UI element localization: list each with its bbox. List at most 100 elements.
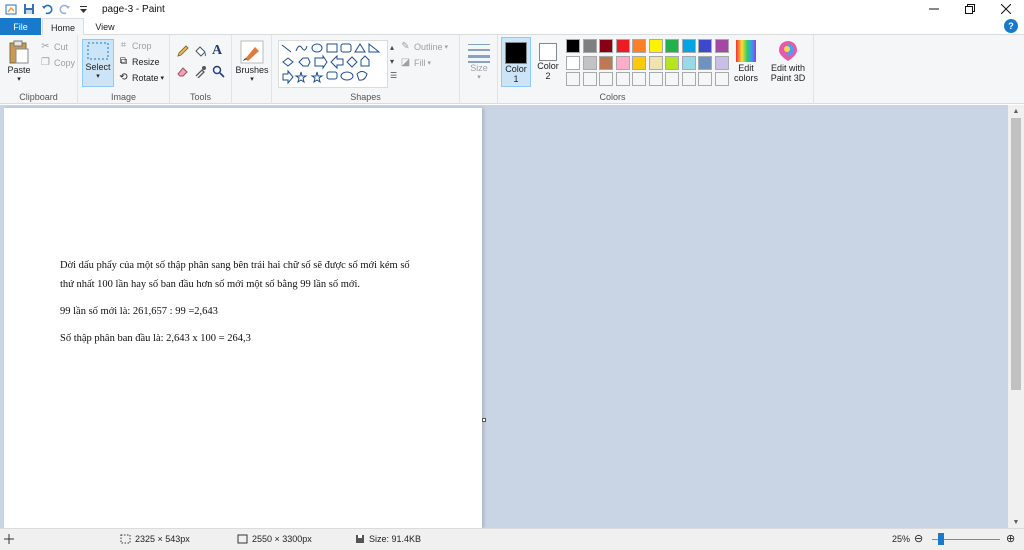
- copy-label: Copy: [54, 57, 76, 68]
- palette-swatch[interactable]: [582, 39, 597, 53]
- custom-color-slot[interactable]: [698, 72, 712, 86]
- select-label: Select: [85, 62, 111, 72]
- custom-color-slot[interactable]: [665, 72, 679, 86]
- palette-swatch[interactable]: [582, 55, 597, 70]
- palette-swatch[interactable]: [599, 55, 613, 70]
- rotate-button[interactable]: ⟲ Rotate ▾: [118, 72, 164, 83]
- pencil-tool[interactable]: [176, 45, 189, 58]
- minimize-button[interactable]: [916, 0, 952, 18]
- save-icon[interactable]: [22, 2, 36, 16]
- fill-tool[interactable]: [194, 45, 207, 58]
- palette-swatch[interactable]: [632, 39, 646, 53]
- cut-label: Cut: [54, 41, 69, 52]
- tab-file[interactable]: File: [0, 18, 41, 35]
- palette-swatch[interactable]: [648, 55, 663, 70]
- paragraph-3: Số thập phân ban đầu là: 2,643 x 100 = 2…: [60, 333, 251, 344]
- eraser-tool[interactable]: [176, 65, 189, 78]
- zoom-in-icon[interactable]: ⊕: [1006, 532, 1015, 545]
- size-button[interactable]: Size ▾: [464, 41, 494, 81]
- paste-icon: [9, 40, 29, 64]
- custom-color-slot[interactable]: [681, 72, 696, 86]
- vertical-scrollbar[interactable]: ▲ ▼: [1008, 105, 1024, 528]
- edit-paint3d-button[interactable]: Edit with Paint 3D: [768, 39, 808, 83]
- color2-label: Color: [537, 61, 559, 71]
- image-group-label: Image: [110, 92, 136, 102]
- text-tool[interactable]: A: [212, 43, 222, 59]
- custom-color-slot[interactable]: [566, 72, 580, 86]
- rotate-icon: ⟲: [119, 72, 128, 83]
- text-icon: A: [212, 43, 223, 58]
- palette-swatch[interactable]: [632, 55, 646, 70]
- resize-button[interactable]: ⧉ Resize: [118, 56, 160, 67]
- palette-swatch[interactable]: [615, 55, 630, 70]
- copy-button[interactable]: ❐ Copy: [40, 57, 75, 68]
- undo-icon[interactable]: [40, 2, 54, 16]
- shapes-scroll-down[interactable]: ▾: [390, 57, 394, 66]
- size-label: Size: [470, 63, 488, 73]
- color2-button[interactable]: Color 2: [534, 37, 562, 87]
- palette-swatch[interactable]: [681, 55, 696, 70]
- shapes-gallery[interactable]: [278, 40, 388, 88]
- redo-icon[interactable]: [58, 2, 72, 16]
- brushes-label: Brushes: [235, 65, 269, 75]
- palette-swatch[interactable]: [615, 39, 630, 53]
- magnifier-tool[interactable]: [212, 65, 225, 78]
- paint-app-icon: [4, 2, 18, 16]
- select-dropdown-icon[interactable]: ▾: [96, 72, 100, 80]
- image-size-text: 2550 × 3300px: [252, 534, 312, 544]
- color1-button[interactable]: Color 1: [501, 37, 531, 87]
- custom-color-slot[interactable]: [648, 72, 663, 86]
- palette-swatch[interactable]: [698, 55, 712, 70]
- palette-swatch[interactable]: [648, 39, 663, 53]
- zoom-slider-thumb[interactable]: [938, 533, 944, 545]
- color-picker-tool[interactable]: [194, 65, 207, 78]
- custom-color-slot[interactable]: [632, 72, 646, 86]
- scroll-up-arrow-icon[interactable]: ▲: [1008, 105, 1024, 117]
- select-button[interactable]: Select ▾: [82, 39, 114, 87]
- resize-icon: ⧉: [119, 56, 128, 67]
- restore-button[interactable]: [952, 0, 988, 18]
- shapes-scroll-up[interactable]: ▴: [390, 43, 394, 52]
- tools-group: A Tools: [170, 35, 232, 104]
- palette-swatch[interactable]: [714, 55, 729, 70]
- canvas-resize-handle[interactable]: [482, 418, 486, 422]
- scroll-down-arrow-icon[interactable]: ▼: [1008, 516, 1024, 528]
- file-size: Size: 91.4KB: [355, 534, 421, 544]
- brushes-button[interactable]: Brushes ▾: [235, 39, 269, 83]
- outline-label: Outline: [414, 41, 443, 52]
- custom-color-slot[interactable]: [582, 72, 597, 86]
- paste-button[interactable]: Paste ▾: [5, 39, 33, 83]
- palette-swatch[interactable]: [566, 55, 580, 70]
- custom-color-slot[interactable]: [599, 72, 613, 86]
- palette-swatch[interactable]: [665, 55, 679, 70]
- canvas-workspace[interactable]: Dời dấu phẩy của một số thập phân sang b…: [0, 105, 1008, 528]
- customize-qat-icon[interactable]: [76, 2, 90, 16]
- palette-swatch[interactable]: [599, 39, 613, 53]
- fill-bucket-icon: [195, 46, 206, 57]
- outline-button[interactable]: ✎ Outline ▾: [400, 41, 448, 52]
- shapes-group-label: Shapes: [350, 92, 381, 102]
- cut-button[interactable]: ✂ Cut: [40, 41, 68, 52]
- zoom-out-icon[interactable]: ⊖: [914, 532, 923, 545]
- shapes-more[interactable]: ☰: [390, 71, 397, 80]
- tab-view[interactable]: View: [86, 18, 124, 35]
- edit-colors-button[interactable]: Edit colors: [732, 39, 760, 83]
- palette-swatch[interactable]: [681, 39, 696, 53]
- close-button[interactable]: [988, 0, 1024, 18]
- custom-color-slot[interactable]: [714, 72, 729, 86]
- help-icon[interactable]: ?: [1004, 19, 1018, 33]
- palette-swatch[interactable]: [566, 39, 580, 53]
- palette-swatch[interactable]: [714, 39, 729, 53]
- crop-button[interactable]: ⌗ Crop: [118, 40, 152, 51]
- palette-swatch[interactable]: [698, 39, 712, 53]
- palette-swatch[interactable]: [665, 39, 679, 53]
- canvas-page[interactable]: Dời dấu phẩy của một số thập phân sang b…: [4, 108, 482, 528]
- custom-color-slot[interactable]: [615, 72, 630, 86]
- scrollbar-thumb[interactable]: [1011, 118, 1021, 390]
- tab-home[interactable]: Home: [42, 18, 84, 36]
- paste-dropdown-icon[interactable]: ▾: [17, 75, 21, 83]
- quick-access-toolbar: [0, 0, 90, 18]
- fill-button[interactable]: ◪ Fill ▾: [400, 57, 431, 68]
- edit-colors-label-2: colors: [733, 73, 758, 83]
- image-size-icon: [237, 534, 248, 544]
